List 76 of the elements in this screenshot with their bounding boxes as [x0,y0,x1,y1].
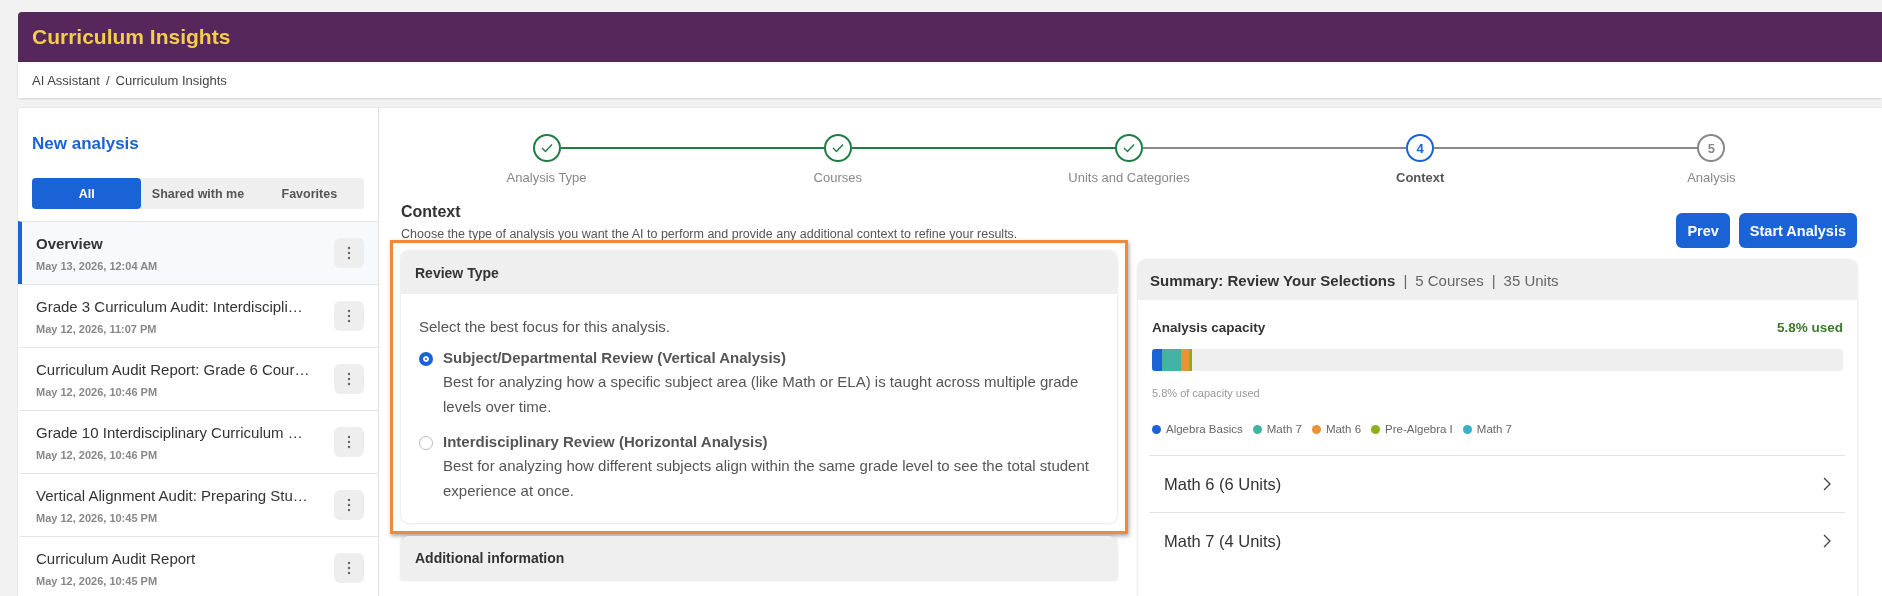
card-title: Additional information [415,550,565,566]
analysis-date: May 13, 2026, 12:04 AM [36,259,158,272]
analysis-title: Overview [36,234,103,252]
separator: | [1491,271,1496,289]
step-number: 5 [1707,140,1715,156]
course-group-row[interactable]: Math 6 (6 Units) [1150,455,1845,512]
analysis-date: May 12, 2026, 10:46 PM [36,448,158,461]
legend-label: Algebra Basics [1166,423,1243,435]
step-label[interactable]: Context [1396,170,1445,185]
check-icon [831,143,844,153]
capacity-caption: 5.8% of capacity used [1152,387,1260,399]
more-button[interactable] [334,490,364,520]
analysis-list-item[interactable]: Grade 10 Interdisciplinary Curriculum … May 12, 2026, 10:46 PM [18,410,378,473]
step-label[interactable]: Analysis Type [506,170,587,185]
summary-title: Summary: Review Your Selections [1150,271,1396,289]
kebab-icon [347,246,351,260]
course-group-row[interactable]: Math 7 (4 Units) [1150,512,1845,569]
legend-label: Math 7 [1476,423,1512,435]
chevron-right-icon [1823,477,1831,491]
option-title[interactable]: Interdisciplinary Review (Horizontal Analysis) [443,433,1099,450]
review-prompt: Select the best focus for this analysis. [419,318,670,335]
analysis-title: Grade 3 Curriculum Audit: Interdiscipli… [36,297,303,315]
capacity-used: 5.8% used [1776,320,1843,335]
more-button[interactable] [334,427,364,457]
step-label[interactable]: Analysis [1687,170,1736,185]
prev-button[interactable]: Prev [1676,213,1730,248]
breadcrumb-separator: / [105,72,110,88]
analysis-list-item[interactable]: Curriculum Audit Report: Grade 6 Cour… May 12, 2026, 10:46 PM [18,347,378,410]
analysis-date: May 12, 2026, 11:07 PM [36,322,157,335]
start-analysis-button[interactable]: Start Analysis [1738,213,1857,248]
analysis-list-item[interactable]: Curriculum Audit Report May 12, 2026, 10:45 PM [18,536,378,596]
option-title[interactable]: Subject/Departmental Review (Vertical Analysis) [443,349,1099,366]
check-icon [540,143,553,153]
kebab-icon [347,372,351,386]
analysis-date: May 12, 2026, 10:46 PM [36,385,158,398]
separator: | [1403,271,1408,289]
app-title: Curriculum Insights [32,25,231,49]
radio-button[interactable] [419,352,433,366]
option-description: Best for analyzing how different subjects align within the same grade level to see the total student experience at once. [443,456,1090,501]
analysis-list-item[interactable]: Overview May 13, 2026, 12:04 AM [18,221,378,284]
legend-label: Pre-Algebra I [1385,423,1453,435]
chevron-right-icon [1823,534,1831,548]
analysis-list-item[interactable]: Vertical Alignment Audit: Preparing Stu… May 12, 2026, 10:45 PM [18,473,378,536]
step-label[interactable]: Courses [813,170,862,185]
step-label[interactable]: Units and Categories [1068,170,1190,185]
breadcrumb-link[interactable]: Curriculum Insights [115,72,227,88]
kebab-icon [347,435,351,449]
more-button[interactable] [334,364,364,394]
section-description: Choose the type of analysis you want the AI to perform and provide any additional context to refine your results. [401,227,1018,241]
section-title: Context [401,203,461,221]
breadcrumb-link[interactable]: AI Assistant [32,72,100,88]
radio-button[interactable] [419,436,433,450]
analysis-title: Grade 10 Interdisciplinary Curriculum … [36,423,303,441]
summary-count: 35 Units [1503,271,1559,289]
new-analysis-link[interactable]: New analysis [32,134,139,154]
kebab-icon [347,498,351,512]
option-description: Best for analyzing how a specific subject area (like Math or ELA) is taught across multiple grade levels over time. [443,372,1080,417]
kebab-icon [347,309,351,323]
more-button[interactable] [334,301,364,331]
filter-tab[interactable]: All [32,178,142,209]
analysis-title: Curriculum Audit Report [36,549,196,567]
more-button[interactable] [334,553,364,583]
legend-label: Math 7 [1266,423,1302,435]
analysis-date: May 12, 2026, 10:45 PM [36,574,158,587]
summary-count: 5 Courses [1415,271,1484,289]
analysis-date: May 12, 2026, 10:45 PM [36,511,158,524]
more-button[interactable] [334,238,364,268]
kebab-icon [347,561,351,575]
step-number: 4 [1416,140,1424,156]
card-title: Review Type [415,264,499,281]
analysis-list-item[interactable]: Grade 3 Curriculum Audit: Interdiscipli… May 12, 2026, 11:07 PM [18,284,378,347]
check-icon [1123,143,1135,153]
capacity-label: Analysis capacity [1152,320,1266,335]
analysis-title: Curriculum Audit Report: Grade 6 Cour… [36,360,310,378]
analysis-title: Vertical Alignment Audit: Preparing Stu… [36,486,308,504]
legend-label: Math 6 [1325,423,1362,435]
